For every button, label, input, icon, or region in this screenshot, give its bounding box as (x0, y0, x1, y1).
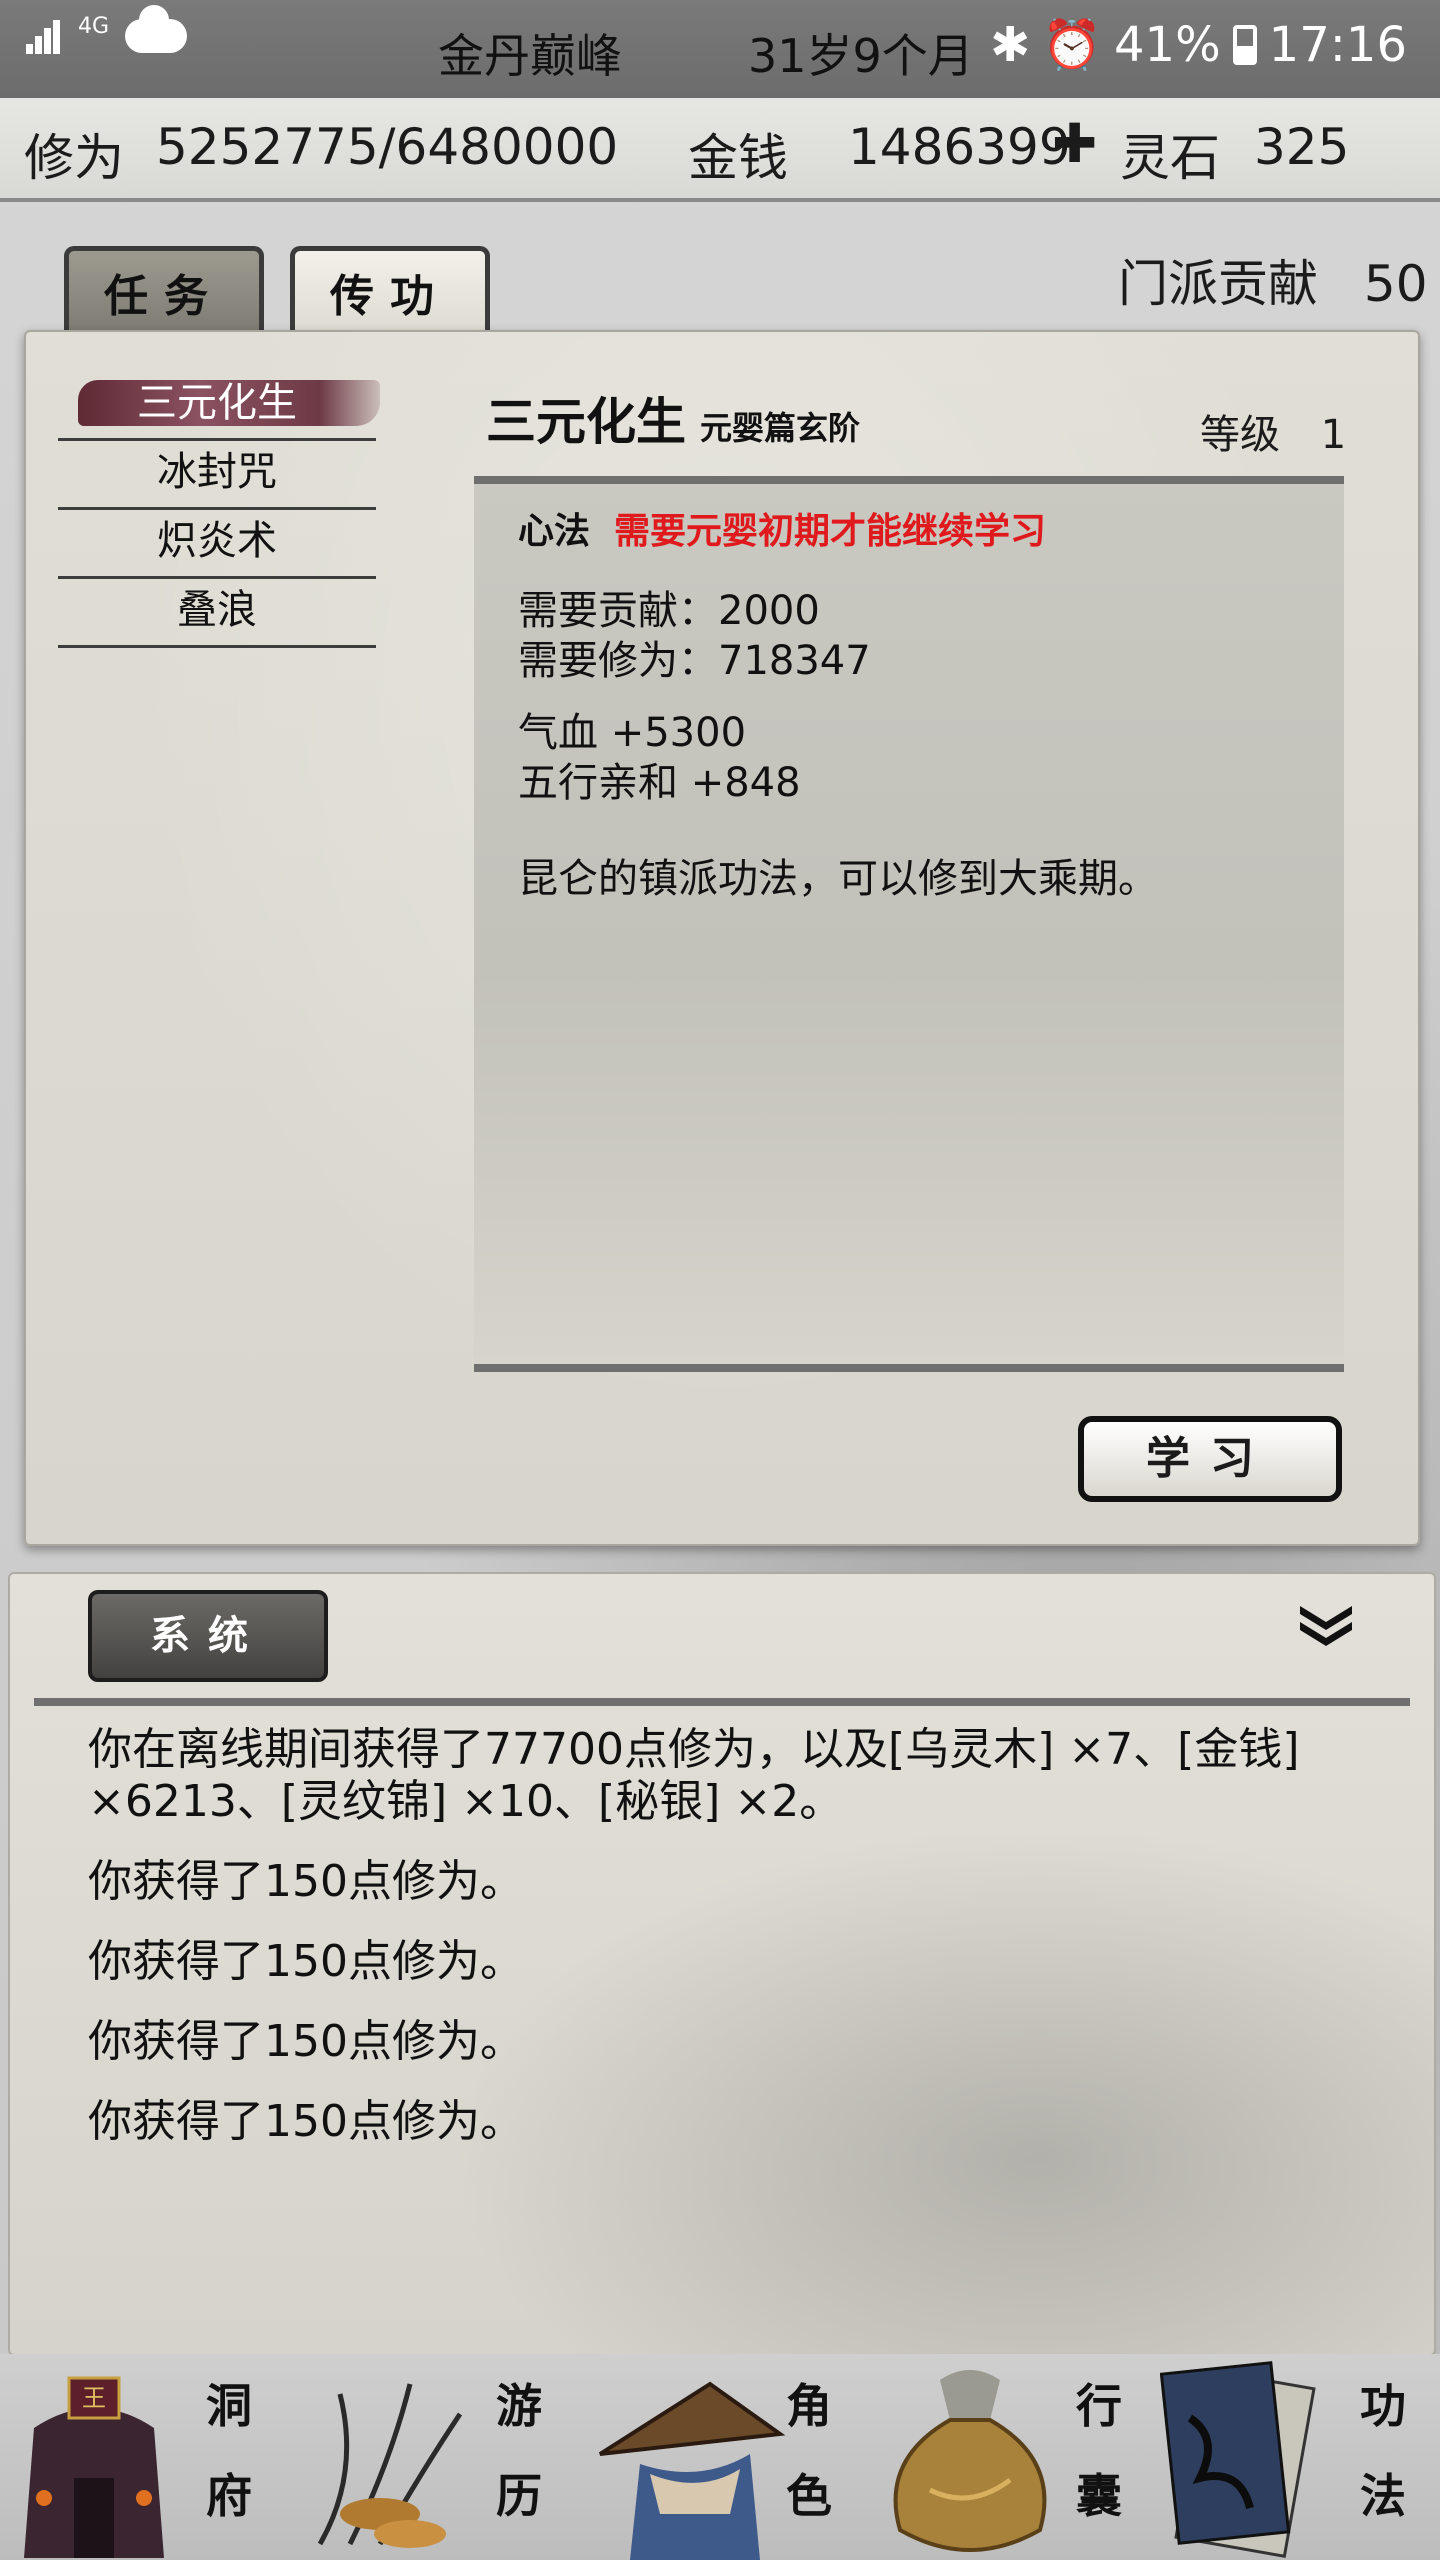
status-bar: 4G 金丹巅峰 31岁9个月 ✱ ⏰ 41% 17:16 (0, 0, 1440, 98)
travel-icon (317, 2383, 463, 2548)
bluetooth-icon: ✱ (990, 16, 1031, 73)
signal-icon (26, 18, 62, 54)
learn-button[interactable]: 学习 (1078, 1416, 1342, 1502)
age-label: 31岁9个月 (748, 29, 974, 83)
skill-title: 三元化生 元婴篇玄阶 (486, 382, 860, 454)
skill-list: 三元化生 冰封咒 炽炎术 叠浪 (58, 372, 380, 648)
technique-panel: 三元化生 冰封咒 炽炎术 叠浪 三元化生 元婴篇玄阶 等级 1 心法 需要元婴初期才… (24, 330, 1420, 1546)
cave-mansion-icon: 王 (24, 2376, 164, 2558)
battery-icon (1232, 24, 1257, 65)
status-left: 4G (26, 5, 188, 54)
spirit-stone-value: 325 (1254, 118, 1350, 176)
level-label: 等级 (1200, 412, 1280, 458)
nav-label-bottom: 法 (1360, 2469, 1406, 2523)
clock: 17:16 (1268, 16, 1407, 73)
skill-type: 心法 (518, 510, 591, 552)
sect-contribution-value: 50 (1363, 255, 1428, 313)
bottom-nav: 王 洞 府 游 历 角 色 行 囊 功 法 (0, 2354, 1440, 2560)
nav-label-top: 游 (496, 2379, 542, 2433)
level-value: 1 (1320, 412, 1347, 458)
log-message: 你获得了150点修为。 (88, 1936, 524, 1987)
skill-item-chiyan[interactable]: 炽炎术 (58, 510, 376, 579)
svg-text:王: 王 (82, 2384, 106, 2412)
sect-contribution-label: 门派贡献 (1118, 255, 1318, 313)
collapse-chevron-icon[interactable] (1296, 1600, 1356, 1650)
skill-name: 三元化生 (486, 392, 686, 451)
realm-label: 金丹巅峰 (438, 29, 622, 83)
bag-icon (893, 2370, 1047, 2552)
log-message: 你获得了150点修为。 (88, 2096, 524, 2147)
cultivation-value: 5252775/6480000 (156, 118, 619, 176)
required-cultivation: 需要修为：718347 (518, 638, 871, 684)
nav-skills[interactable]: 功 法 (1160, 2354, 1440, 2560)
skill-detail-box: 心法 需要元婴初期才能继续学习 需要贡献：2000 需要修为：718347 气血 … (474, 476, 1344, 1372)
nav-label-bottom: 色 (786, 2469, 832, 2523)
system-log: 你在离线期间获得了77700点修为，以及[乌灵木] ×7、[金钱] ×6213、… (88, 1724, 1348, 2176)
cloud-icon (125, 5, 188, 53)
skills-book-icon (1160, 2361, 1316, 2558)
nav-label-bottom: 历 (496, 2469, 542, 2523)
status-right: ✱ ⏰ 41% 17:16 (990, 16, 1407, 74)
skill-description: 昆仑的镇派功法，可以修到大乘期。 (518, 856, 1158, 902)
alarm-icon: ⏰ (1042, 17, 1102, 73)
skill-item-label: 叠浪 (177, 587, 257, 633)
stat-affinity: 五行亲和 +848 (518, 760, 801, 806)
log-message: 你在离线期间获得了77700点修为，以及[乌灵木] ×7、[金钱] ×6213、… (88, 1724, 1300, 1827)
requirement-warning-row: 心法 需要元婴初期才能继续学习 (518, 502, 1046, 554)
skill-item-sanyuan[interactable]: 三元化生 (58, 372, 380, 441)
log-message: 你获得了150点修为。 (88, 2016, 524, 2067)
tab-system[interactable]: 系统 (88, 1590, 328, 1682)
skill-item-label: 三元化生 (137, 380, 297, 426)
nav-cave-mansion[interactable]: 王 洞 府 (0, 2354, 290, 2560)
battery-percent: 41% (1113, 16, 1221, 73)
divider (34, 1698, 1410, 1706)
skill-level: 等级 1 (1200, 402, 1346, 460)
spirit-stone-label: 灵石 (1120, 129, 1220, 187)
log-message: 你获得了150点修为。 (88, 1856, 524, 1907)
tab-tasks[interactable]: 任务 (64, 246, 264, 332)
nav-label-top: 行 (1076, 2379, 1122, 2433)
spirit-stone-icon: ✚ (1052, 112, 1098, 175)
money-value: 1486399 (848, 118, 1071, 176)
money-label: 金钱 (688, 129, 788, 187)
requirement-warning: 需要元婴初期才能继续学习 (614, 510, 1047, 552)
cultivation-label: 修为 (24, 129, 124, 187)
skill-item-label: 冰封咒 (157, 449, 277, 495)
nav-label-bottom: 囊 (1076, 2469, 1122, 2523)
nav-bag[interactable]: 行 囊 (870, 2354, 1160, 2560)
skill-item-bingfeng[interactable]: 冰封咒 (58, 441, 376, 510)
nav-label-top: 洞 (206, 2379, 252, 2433)
nav-character[interactable]: 角 色 (580, 2354, 870, 2560)
character-icon (598, 2381, 786, 2560)
stats-bar: 修为 5252775/6480000 金钱 1486399 ✚ 灵石 325 (0, 98, 1440, 202)
nav-label-top: 功 (1360, 2379, 1406, 2433)
sect-contribution: 门派贡献 50 (1118, 244, 1428, 316)
network-label: 4G (78, 13, 110, 39)
tab-transfer[interactable]: 传功 (290, 246, 490, 332)
skill-item-dielang[interactable]: 叠浪 (58, 579, 376, 648)
system-log-panel: 系统 你在离线期间获得了77700点修为，以及[乌灵木] ×7、[金钱] ×62… (8, 1572, 1436, 2356)
nav-label-top: 角 (786, 2379, 832, 2433)
skill-item-label: 炽炎术 (157, 518, 277, 564)
nav-label-bottom: 府 (206, 2469, 252, 2523)
skill-subtitle: 元婴篇玄阶 (700, 409, 861, 447)
nav-travel[interactable]: 游 历 (290, 2354, 580, 2560)
